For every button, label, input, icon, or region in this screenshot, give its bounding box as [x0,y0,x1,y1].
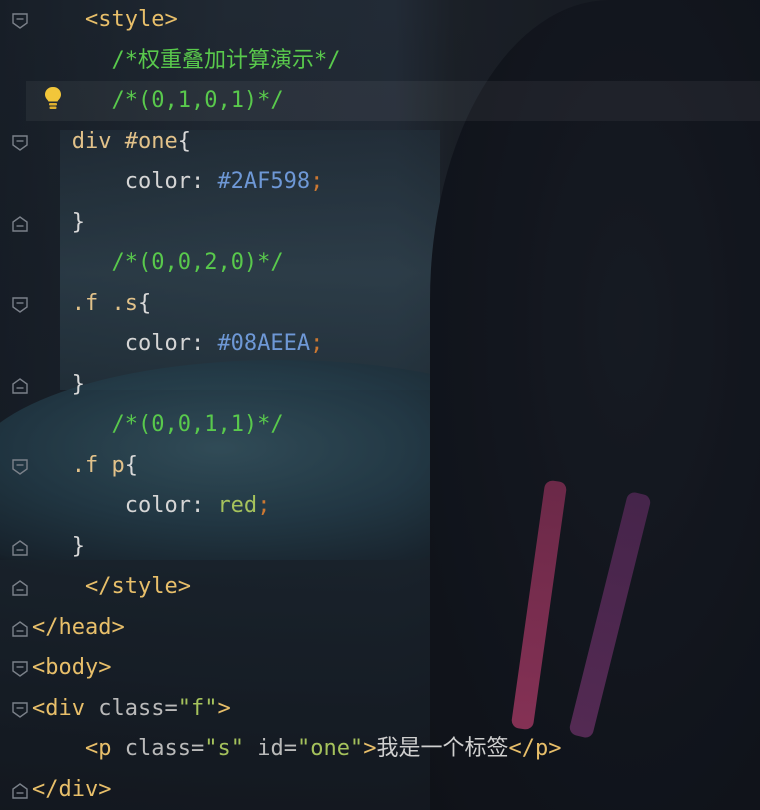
token-semi: ; [310,169,324,194]
token-attr: id= [257,736,297,761]
token-prop: color: [124,169,218,194]
token-str: "f" [177,695,218,721]
code-line[interactable]: } [32,203,85,244]
token-tag: <div [32,695,99,721]
token-tag: <style> [84,7,178,32]
code-line[interactable]: color: #08AEEA; [32,324,324,365]
token-str: "one" [296,736,364,761]
token-comment: /*(0,0,2,0)*/ [111,250,284,275]
token-text: 我是一个标签 [376,736,509,761]
code-line[interactable]: .f .s{ [32,284,151,325]
code-line[interactable]: /*(0,0,1,1)*/ [32,405,284,446]
token-tag: </head> [32,614,125,640]
token-brace: } [71,533,85,559]
token-brace: { [177,128,191,154]
token-brace: } [71,209,85,235]
token-attr: class= [98,695,178,721]
token-tag: </p> [508,736,562,761]
token-sel: div #one [71,128,178,154]
token-sel: .f p [71,452,125,478]
token-comment: /*(0,0,1,1)*/ [111,412,284,437]
token-tag: <body> [32,655,112,680]
token-tag: </div> [32,776,112,802]
code-line[interactable]: </head> [32,608,125,649]
code-line[interactable]: /*权重叠加计算演示*/ [32,41,340,82]
token-tag: </style> [84,574,191,599]
code-line[interactable]: color: #2AF598; [32,162,324,203]
token-comment: /*(0,1,0,1)*/ [111,88,284,113]
code-line[interactable]: color: red; [32,486,271,527]
code-line[interactable]: /*(0,0,2,0)*/ [32,243,284,284]
code-line[interactable]: <body> [32,648,111,689]
token-hex: #2AF598 [217,169,311,194]
token-sel: .f .s [71,290,138,316]
code-line[interactable]: <div class="f"> [32,689,231,730]
code-line[interactable]: } [32,527,85,568]
token-brace: } [71,371,85,397]
code-line[interactable]: } [32,365,85,406]
token-attr: class= [124,736,205,761]
token-hex: #08AEEA [217,331,311,356]
token-prop: color: [124,493,218,518]
code-line[interactable]: </style> [32,567,191,608]
token-semi: ; [257,493,271,518]
token-val: red [217,493,258,518]
token-comment: /*权重叠加计算演示*/ [111,47,341,73]
code-line[interactable]: <style> [32,0,178,41]
token-brace: { [137,290,152,316]
token-semi: ; [310,331,324,356]
code-line[interactable]: /*(0,1,0,1)*/ [32,81,284,122]
code-editor[interactable]: <style> /*权重叠加计算演示*/ /*(0,1,0,1)*/ div #… [0,0,760,810]
code-line[interactable]: .f p{ [32,446,138,487]
token-tag: <p [84,736,125,761]
code-line[interactable]: <p class="s" id="one">我是一个标签</p> [32,729,561,770]
token-prop: color: [124,331,218,356]
token-tag: > [363,736,377,761]
token-str: "s" [204,736,258,761]
code-line[interactable]: div #one{ [32,122,191,163]
token-brace: { [124,452,138,478]
code-line[interactable]: </div> [32,770,111,810]
token-tag: > [217,695,231,721]
